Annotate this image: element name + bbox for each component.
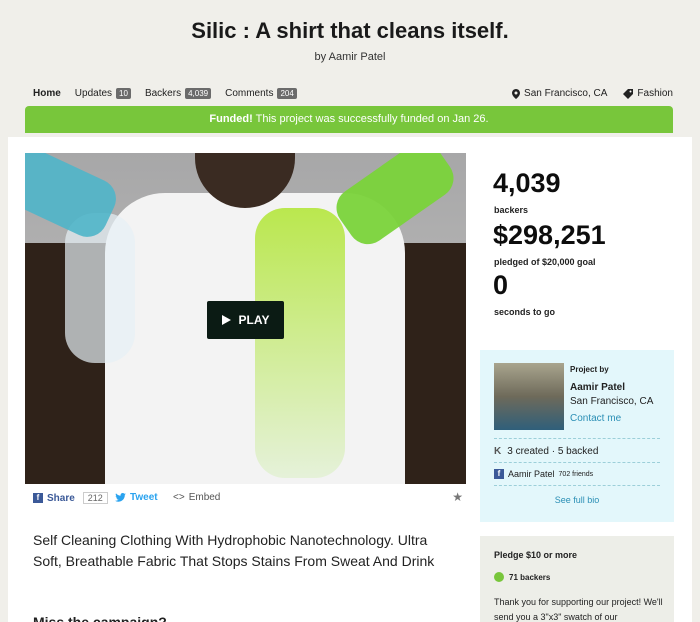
funded-banner-bold: Funded! <box>209 113 253 125</box>
created-backed-text: 3 created · 5 backed <box>507 446 599 457</box>
backers-count-value: 4,039 <box>493 168 561 198</box>
fb-friends: 702 friends <box>558 470 594 478</box>
embed-code-icon: <> <box>173 492 185 503</box>
tab-home[interactable]: Home <box>33 88 61 99</box>
creator-facebook[interactable]: f Aamir Patel 702 friends <box>494 469 593 479</box>
divider <box>494 438 660 439</box>
project-by-label: Project by <box>570 365 609 374</box>
contact-me-link[interactable]: Contact me <box>570 413 621 424</box>
tab-comments[interactable]: Comments 204 <box>225 88 297 99</box>
tweet-button[interactable]: Tweet <box>115 492 158 503</box>
backers-count-badge: 4,039 <box>185 88 212 99</box>
reward-status-icon <box>494 572 504 582</box>
tweet-label: Tweet <box>130 492 158 503</box>
pledged-value: $298,251 <box>493 220 606 250</box>
fb-name: Aamir Patel <box>508 469 555 479</box>
tab-updates-label: Updates <box>74 88 113 99</box>
reward-title: Pledge $10 or more <box>494 550 578 560</box>
video-splash-blue <box>65 213 135 363</box>
reward-card[interactable]: Pledge $10 or more 71 backers Thank you … <box>480 536 674 622</box>
share-bar: f Share 212 Tweet <> Embed ★ <box>33 490 463 508</box>
twitter-bird-icon <box>115 493 126 502</box>
video-splash-green <box>255 208 345 478</box>
creator-location: San Francisco, CA <box>570 396 654 407</box>
facebook-icon: f <box>494 469 504 479</box>
see-full-bio-link[interactable]: See full bio <box>480 495 674 505</box>
embed-label: Embed <box>188 492 221 503</box>
tag-icon <box>623 88 634 99</box>
category-label: Fashion <box>637 88 673 99</box>
backers-count-label: backers <box>494 205 529 215</box>
byline: by Aamir Patel <box>0 51 700 63</box>
divider <box>494 462 660 463</box>
comments-count-badge: 204 <box>277 88 297 99</box>
facebook-share-button[interactable]: f Share 212 <box>33 492 108 504</box>
play-icon <box>221 315 231 325</box>
project-nav: Home Updates 10 Backers 4,039 Comments 204 … <box>33 88 673 104</box>
play-button[interactable]: PLAY <box>207 301 284 339</box>
creator-avatar[interactable] <box>494 363 564 430</box>
location-link[interactable]: San Francisco, CA <box>512 88 607 99</box>
location-label: San Francisco, CA <box>524 88 608 99</box>
tab-updates[interactable]: Updates 10 <box>75 88 131 99</box>
byline-prefix: by <box>314 51 327 63</box>
play-label: PLAY <box>238 313 270 327</box>
embed-button[interactable]: <> Embed <box>173 492 220 503</box>
kickstarter-k-icon: K <box>494 446 502 457</box>
reward-description: Thank you for supporting our project! We… <box>494 597 663 622</box>
location-pin-icon <box>512 88 521 99</box>
star-icon[interactable]: ★ <box>452 490 463 504</box>
reward-backers: 71 backers <box>494 572 550 582</box>
updates-count-badge: 10 <box>116 88 131 99</box>
reward-backers-count: 71 backers <box>509 572 551 582</box>
time-remaining-label: seconds to go <box>494 307 556 317</box>
funded-banner: Funded! This project was successfully fu… <box>25 106 673 133</box>
facebook-icon: f <box>33 493 43 503</box>
category-link[interactable]: Fashion <box>623 88 673 99</box>
pledged-label: pledged of $20,000 goal <box>494 257 596 267</box>
tab-backers-label: Backers <box>144 88 182 99</box>
creator-link[interactable]: Aamir Patel <box>329 51 386 63</box>
facebook-share-label: Share <box>47 492 75 504</box>
creator-name[interactable]: Aamir Patel <box>570 382 625 393</box>
tab-comments-label: Comments <box>225 88 274 99</box>
tab-home-label: Home <box>33 88 61 99</box>
project-title: Silic : A shirt that cleans itself. <box>191 18 509 43</box>
funded-banner-text: This project was successfully funded on … <box>252 113 489 125</box>
project-blurb: Self Cleaning Clothing With Hydrophobic … <box>33 532 435 569</box>
facebook-share-count: 212 <box>82 492 108 504</box>
creator-card: Project by Aamir Patel San Francisco, CA… <box>480 350 674 522</box>
section-heading: Miss the campaign? <box>33 614 167 622</box>
time-remaining-value: 0 <box>493 270 509 300</box>
creator-history: K 3 created · 5 backed <box>494 446 598 457</box>
tab-backers[interactable]: Backers 4,039 <box>144 88 212 99</box>
divider <box>494 485 660 486</box>
